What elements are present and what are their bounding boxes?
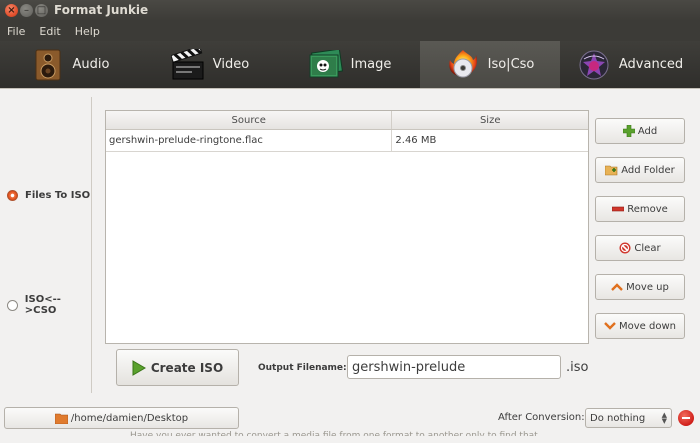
file-table[interactable]: Source Size gershwin-prelude-ringtone.fl… [105,110,589,344]
add-folder-button[interactable]: Add Folder [595,157,685,183]
mode-option-label: ISO<-->CSO [24,294,61,316]
minimize-window-button[interactable]: – [20,4,33,17]
tab-video[interactable]: Video [140,41,280,88]
minimize-icon: – [24,4,29,16]
table-header: Source Size [106,111,588,130]
output-filename-label: Output Filename: [258,363,347,373]
mode-panel: Files To ISO ISO<-->CSO [0,97,92,393]
tab-audio[interactable]: Audio [0,41,140,88]
move-up-button-label: Move up [626,281,669,293]
mode-option-label: Files To ISO [25,190,91,201]
menu-edit[interactable]: Edit [32,21,67,41]
column-header-source[interactable]: Source [106,111,393,129]
mode-option-iso-cso[interactable]: ISO<-->CSO [7,294,91,316]
menu-bar: File Edit Help [0,21,700,41]
menu-help[interactable]: Help [68,21,107,41]
after-conversion-select[interactable]: Do nothing ▲ ▼ [585,408,672,428]
disc-icon [446,48,480,82]
play-icon [132,359,146,376]
output-filename-input[interactable] [347,355,561,379]
menu-file[interactable]: File [0,21,32,41]
clear-button[interactable]: Clear [595,235,685,261]
maximize-window-button[interactable]: □ [35,4,48,17]
clear-icon [619,242,631,254]
mode-option-files-to-iso[interactable]: Files To ISO [7,190,90,201]
chevron-down-icon [604,322,616,330]
remove-button-label: Remove [627,203,668,215]
spinner-arrows-icon: ▲ ▼ [661,411,667,425]
clapperboard-icon [170,48,205,82]
create-iso-button[interactable]: Create ISO [116,349,239,386]
after-conversion-value: Do nothing [590,412,646,424]
output-folder-button[interactable]: /home/damien/Desktop [4,407,239,429]
output-folder-path: /home/damien/Desktop [70,412,189,424]
move-down-button[interactable]: Move down [595,313,685,339]
folder-add-icon [605,164,618,176]
folder-icon [54,413,68,424]
cell-size: 2.46 MB [395,135,437,146]
tab-iso-cso[interactable]: Iso|Cso [420,41,560,88]
speaker-icon [31,48,65,82]
close-window-button[interactable]: × [5,4,18,17]
tab-iso-cso-label: Iso|Cso [487,57,535,72]
window-title: Format Junkie [54,3,149,17]
remove-button[interactable]: Remove [595,196,685,222]
stop-icon[interactable] [678,410,694,426]
tab-bar: Audio Video Image Iso|Cso Advanced [0,41,700,88]
create-iso-label: Create ISO [150,360,224,375]
minus-icon [612,206,625,212]
radio-unchecked-icon[interactable] [7,299,18,311]
add-button-label: Add [637,125,658,137]
move-down-button-label: Move down [619,320,676,332]
chevron-up-icon [611,283,624,291]
advanced-icon [577,48,611,82]
close-icon: × [7,4,16,16]
tab-video-label: Video [212,57,250,72]
add-folder-button-label: Add Folder [621,164,675,176]
maximize-icon: □ [36,4,47,16]
output-extension: .iso [566,360,589,375]
column-header-size[interactable]: Size [392,111,588,129]
title-bar: × – □ Format Junkie [0,0,700,21]
tab-advanced[interactable]: Advanced [560,41,700,88]
tab-image[interactable]: Image [280,41,420,88]
after-conversion-label: After Conversion: [498,412,585,423]
tab-audio-label: Audio [72,57,110,72]
image-icon [309,48,343,82]
plus-icon [622,125,635,137]
table-row[interactable]: gershwin-prelude-ringtone.flac 2.46 MB [106,130,588,152]
radio-checked-icon[interactable] [7,190,18,201]
add-button[interactable]: Add [595,118,685,144]
clear-button-label: Clear [634,242,661,254]
bottom-bar: /home/damien/Desktop After Conversion: D… [0,400,700,443]
main-panel: Files To ISO ISO<-->CSO Source Size gers… [0,88,700,400]
move-up-button[interactable]: Move up [595,274,685,300]
tab-image-label: Image [350,57,392,72]
tab-advanced-label: Advanced [618,57,684,72]
status-scroll-text: Have you ever wanted to convert a media … [130,431,538,441]
cell-source: gershwin-prelude-ringtone.flac [106,130,393,151]
